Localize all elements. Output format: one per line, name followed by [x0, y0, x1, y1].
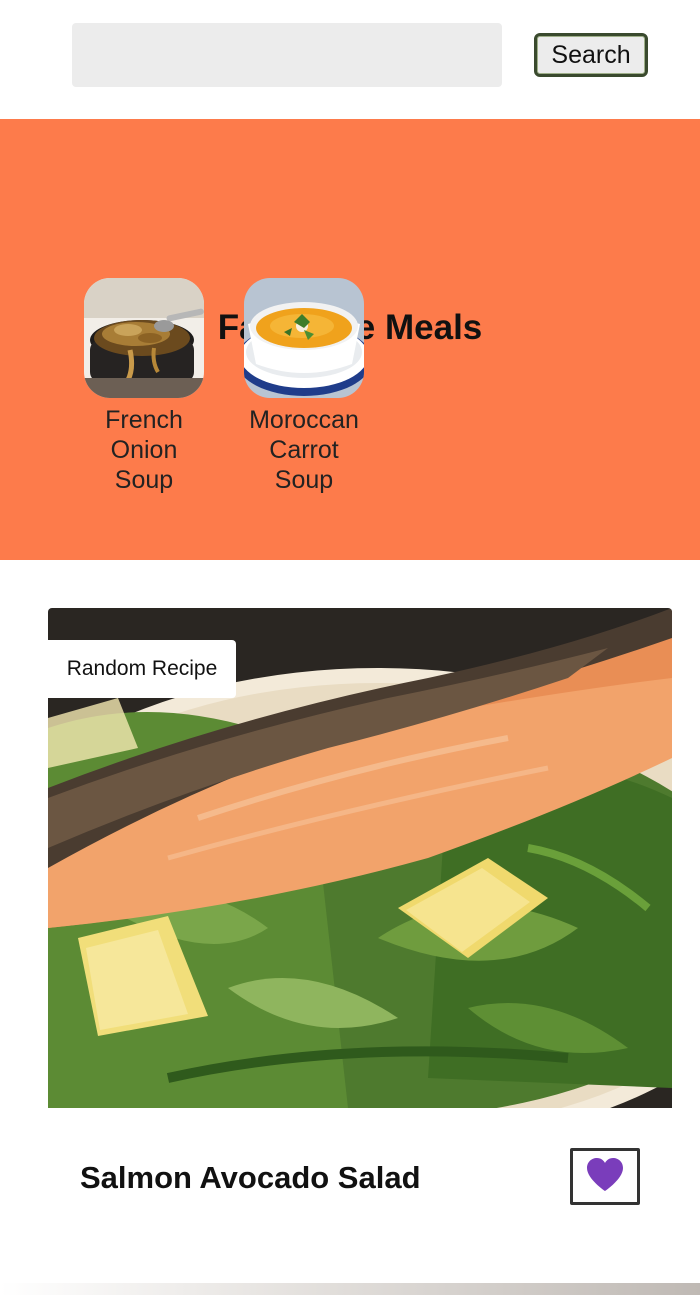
favourite-meals-section: Favourite Meals — [0, 119, 700, 560]
favourite-item-name: French Onion Soup — [105, 406, 183, 494]
moroccan-carrot-soup-thumbnail[interactable] — [244, 278, 364, 398]
random-meal-card: Random Recipe Salmon Avocado Salad — [48, 608, 672, 1248]
search-input[interactable] — [72, 23, 502, 87]
favourite-item-moroccan-carrot-soup[interactable]: Moroccan Carrot Soup — [229, 278, 379, 495]
search-button[interactable]: Search — [534, 33, 648, 77]
search-header: Search — [0, 0, 700, 119]
favourite-item-french-onion-soup[interactable]: French Onion Soup — [69, 278, 219, 495]
favourite-toggle-button[interactable] — [570, 1148, 640, 1205]
meal-finder-page: Search Favourite Meals — [0, 0, 700, 1295]
favourites-list: French Onion Soup Moroccan Carrot Soup — [0, 119, 700, 560]
french-onion-soup-thumbnail[interactable] — [84, 278, 204, 398]
random-recipe-tag: Random Recipe — [48, 640, 236, 698]
bottom-edge-divider — [0, 1283, 700, 1295]
meal-title: Salmon Avocado Salad — [80, 1160, 421, 1195]
heart-icon — [585, 1157, 625, 1196]
favourite-item-name: Moroccan Carrot Soup — [249, 406, 359, 494]
salmon-avocado-salad-image[interactable]: Random Recipe — [48, 608, 672, 1108]
meal-footer: Salmon Avocado Salad — [48, 1108, 672, 1248]
